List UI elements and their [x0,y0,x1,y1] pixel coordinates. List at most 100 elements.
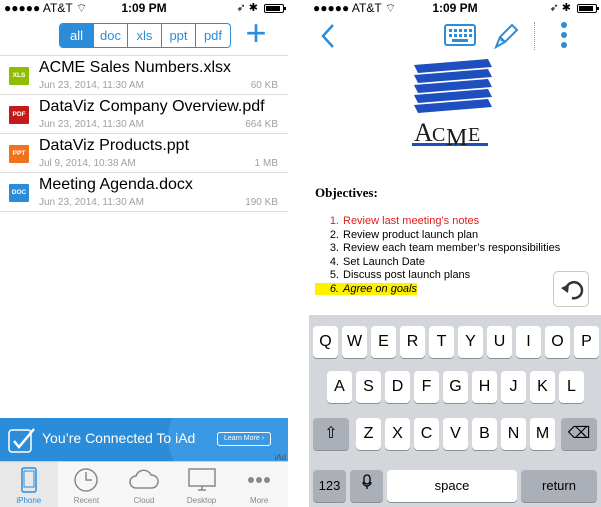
delete-key[interactable]: ⌫ [561,418,597,450]
tab-desktop[interactable]: Desktop [173,462,231,507]
file-list: XLS ACME Sales Numbers.xlsx Jun 23, 2014, … [0,55,288,212]
tab-label: Cloud [133,496,155,505]
tab-recent[interactable]: Recent [58,462,116,507]
acme-logo: A C M E [412,59,492,151]
battery-icon [577,3,599,13]
key-r[interactable]: R [400,326,425,358]
undo-icon [561,281,584,300]
objective-number: 5. [329,269,339,281]
tab-cloud[interactable]: Cloud [115,462,173,507]
ppt-file-icon: PPT [9,145,29,163]
objective-number: 3. [329,242,339,254]
doc-file-icon: DOC [9,184,29,202]
iad-banner[interactable]: You’re Connected To iAd Learn More › [0,418,288,461]
filter-xls[interactable]: xls [128,24,162,47]
key-a[interactable]: A [327,371,352,403]
desktop-icon [187,468,217,497]
iphone-icon [21,467,37,497]
file-size: 60 KB [250,80,278,91]
more-options-icon[interactable] [557,20,571,52]
file-row[interactable]: PPT DataViz Products.ppt Jul 9, 2014, 10:3… [0,134,288,173]
objective-text: Set Launch Date [343,255,425,268]
key-c[interactable]: C [414,418,439,450]
key-o[interactable]: O [545,326,570,358]
key-n[interactable]: N [501,418,526,450]
on-screen-keyboard: Q W E R T Y U I O P A S D F G H J K L ⇧ Z X C V B N M ⌫ 123 space retu… [309,315,601,507]
logo-letter-a: A [414,118,433,147]
tab-more[interactable]: More [230,462,288,507]
pen-icon[interactable] [492,21,520,51]
file-name: Meeting Agenda.docx [39,176,193,193]
filter-all[interactable]: all [60,24,94,47]
file-type-filter: all doc xls ppt pdf [59,23,231,48]
file-size: 190 KB [245,197,278,208]
key-u[interactable]: U [487,326,512,358]
file-row[interactable]: PDF DataViz Company Overview.pdf Jun 23, 2… [0,95,288,134]
key-s[interactable]: S [356,371,381,403]
objective-text: Agree on goals [343,282,417,295]
objective-item: 5. Discuss post launch plans [315,269,560,283]
key-z[interactable]: Z [356,418,381,450]
key-f[interactable]: F [414,371,439,403]
file-browser-screen: ●●●●● AT&T ︎⌔ 1:09 PM ➶ ✱ all doc xls ppt pd… [0,0,288,507]
battery-icon [264,3,286,13]
key-p[interactable]: P [574,326,599,358]
filter-ppt[interactable]: ppt [162,24,196,47]
back-chevron-icon[interactable] [319,22,337,50]
key-k[interactable]: K [530,371,555,403]
key-b[interactable]: B [472,418,497,450]
file-row[interactable]: XLS ACME Sales Numbers.xlsx Jun 23, 2014, … [0,56,288,95]
key-v[interactable]: V [443,418,468,450]
objective-text: Discuss post launch plans [343,269,471,281]
tab-iphone[interactable]: iPhone [0,462,58,507]
key-g[interactable]: G [443,371,468,403]
key-m[interactable]: M [530,418,555,450]
ad-message: You’re Connected To iAd [42,430,196,446]
objective-number: 6. [315,282,343,295]
document-body[interactable]: Objectives: 1. Review last meeting’s note… [315,185,560,296]
file-date: Jul 9, 2014, 10:38 AM [39,158,136,169]
objective-number: 1. [329,215,339,227]
ellipsis-icon [244,477,274,497]
objective-number: 2. [329,228,339,241]
key-e[interactable]: E [371,326,396,358]
tab-label: Desktop [186,496,217,505]
key-i[interactable]: I [516,326,541,358]
key-l[interactable]: L [559,371,584,403]
key-d[interactable]: D [385,371,410,403]
key-t[interactable]: T [429,326,454,358]
file-row[interactable]: DOC Meeting Agenda.docx Jun 23, 2014, 11:3… [0,173,288,212]
dictation-key[interactable] [350,470,383,502]
objective-item: 2. Review product launch plan [315,229,560,243]
key-x[interactable]: X [385,418,410,450]
learn-more-button[interactable]: Learn More › [217,432,271,446]
numbers-key[interactable]: 123 [313,470,346,502]
shift-key[interactable]: ⇧ [313,418,349,450]
pdf-file-icon: PDF [9,106,29,124]
file-date: Jun 23, 2014, 11:30 AM [39,80,144,91]
return-key[interactable]: return [521,470,597,502]
checkmark-icon [8,428,35,453]
key-w[interactable]: W [342,326,367,358]
file-name: DataViz Products.ppt [39,137,190,154]
tab-label: iPhone [16,496,42,505]
undo-button[interactable] [553,271,589,307]
objective-item: 6. Agree on goals [315,282,560,297]
space-key[interactable]: space [387,470,517,502]
file-size: 664 KB [245,119,278,130]
add-file-button[interactable]: + [240,15,272,51]
objective-text: Review product launch plan [343,228,479,241]
objective-text: Review each team member’s responsibiliti… [343,242,561,254]
key-y[interactable]: Y [458,326,483,358]
key-q[interactable]: Q [313,326,338,358]
keyboard-icon[interactable] [444,23,476,47]
objective-number: 4. [329,255,339,268]
key-h[interactable]: H [472,371,497,403]
filter-pdf[interactable]: pdf [196,24,230,47]
cloud-icon [129,469,159,497]
key-j[interactable]: J [501,371,526,403]
logo-letter-e: E [468,124,480,146]
file-name: DataViz Company Overview.pdf [39,98,265,115]
objective-item: 4. Set Launch Date [315,256,560,270]
filter-doc[interactable]: doc [94,24,128,47]
